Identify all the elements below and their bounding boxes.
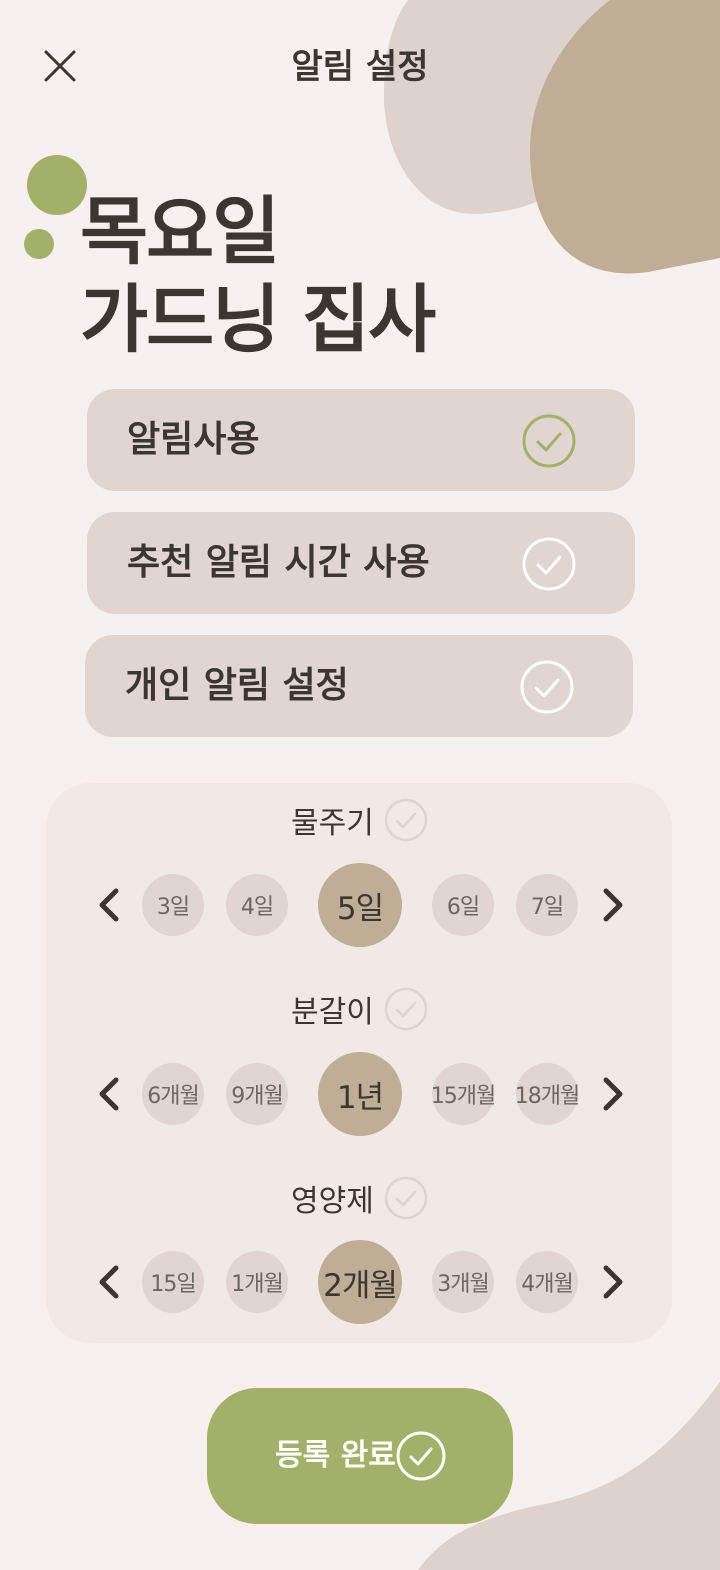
check-circle-icon — [520, 660, 574, 714]
plant-name-line1: 목요일 — [80, 189, 280, 275]
check-circle-icon — [522, 414, 576, 468]
schedule-title-label: 분갈이 — [291, 995, 374, 1030]
chevron-left-icon[interactable] — [94, 1262, 124, 1302]
option-pill-selected[interactable]: 1년 — [318, 1052, 402, 1136]
plant-name-line2: 가드닝 집사 — [80, 277, 436, 363]
option-pill[interactable]: 15일 — [142, 1251, 204, 1313]
page-title: 알림 설정 — [291, 47, 429, 87]
option-pill-selected[interactable]: 2개월 — [318, 1240, 402, 1324]
option-pill[interactable]: 6일 — [432, 874, 494, 936]
green-dot-small — [24, 229, 54, 259]
schedule-title-label: 물주기 — [291, 806, 374, 841]
chevron-right-icon[interactable] — [598, 1262, 628, 1302]
option-pill[interactable]: 18개월 — [515, 1063, 580, 1125]
option-pill-selected[interactable]: 5일 — [318, 863, 402, 947]
option-label: 알림사용 — [127, 419, 260, 460]
option-pill[interactable]: 4개월 — [516, 1251, 578, 1313]
submit-label: 등록 완료 — [275, 1438, 396, 1473]
alarm-settings-screen: 알림 설정 목요일 가드닝 집사 알림사용 추천 알림 시간 사용 개인 알림 … — [0, 0, 720, 1570]
check-circle-icon — [522, 537, 576, 591]
option-pill[interactable]: 7일 — [516, 874, 578, 936]
check-circle-icon[interactable] — [383, 797, 429, 843]
option-label: 추천 알림 시간 사용 — [127, 542, 430, 583]
chevron-right-icon[interactable] — [598, 1074, 628, 1114]
submit-button[interactable]: 등록 완료 — [207, 1388, 513, 1524]
schedule-title-nutrient: 영양제 — [0, 1175, 720, 1221]
option-pill[interactable]: 6개월 — [142, 1063, 204, 1125]
option-personal-setting[interactable]: 개인 알림 설정 — [85, 635, 633, 737]
check-circle-icon[interactable] — [383, 986, 429, 1032]
green-dot-large — [27, 155, 87, 215]
chevron-left-icon[interactable] — [94, 1074, 124, 1114]
option-pill[interactable]: 3개월 — [432, 1251, 494, 1313]
check-circle-icon — [396, 1431, 446, 1481]
check-circle-icon[interactable] — [383, 1175, 429, 1221]
plant-name: 목요일 가드닝 집사 — [80, 188, 436, 364]
option-pill[interactable]: 1개월 — [226, 1251, 288, 1313]
option-recommended-time[interactable]: 추천 알림 시간 사용 — [87, 512, 635, 614]
option-label: 개인 알림 설정 — [125, 665, 349, 706]
option-pill[interactable]: 3일 — [142, 874, 204, 936]
option-use-alarm[interactable]: 알림사용 — [87, 389, 635, 491]
chevron-left-icon[interactable] — [94, 885, 124, 925]
option-pill[interactable]: 4일 — [226, 874, 288, 936]
schedule-title-watering: 물주기 — [0, 797, 720, 843]
schedule-title-label: 영양제 — [291, 1184, 374, 1219]
option-pill[interactable]: 15개월 — [431, 1063, 496, 1125]
schedule-title-repotting: 분갈이 — [0, 986, 720, 1032]
chevron-right-icon[interactable] — [598, 885, 628, 925]
option-pill[interactable]: 9개월 — [226, 1063, 288, 1125]
